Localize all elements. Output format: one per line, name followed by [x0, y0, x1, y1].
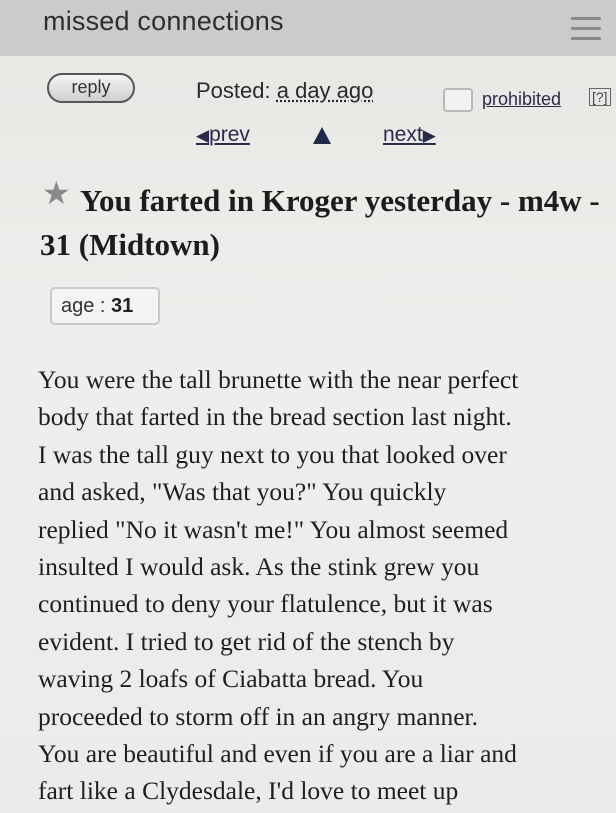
header-bar: missed connections: [0, 0, 616, 56]
prohibited-checkbox[interactable]: [443, 88, 473, 112]
body-line: and asked, "Was that you?" You quickly: [38, 477, 447, 507]
prev-link[interactable]: ◀prev: [196, 123, 250, 147]
right-arrow-icon: ▶: [422, 126, 436, 145]
posting-body: You were the tall brunette with the near…: [38, 361, 610, 810]
menu-line: [571, 27, 601, 30]
body-line: waving 2 loafs of Ciabatta bread. You: [38, 664, 424, 694]
age-attribute: age : 31: [50, 287, 160, 325]
help-link[interactable]: [?]: [589, 88, 611, 106]
reply-button[interactable]: reply: [47, 73, 135, 103]
up-arrow-icon[interactable]: [313, 127, 331, 144]
body-line: I was the tall guy next to you that look…: [38, 439, 507, 469]
posting-title: You farted in Kroger yesterday - m4w - 3…: [40, 183, 600, 262]
section-title[interactable]: missed connections: [43, 6, 284, 37]
body-line: You were the tall brunette with the near…: [38, 365, 519, 394]
posted-when: a day ago: [276, 78, 374, 103]
next-link[interactable]: next▶: [383, 123, 436, 147]
body-line: continued to deny your flatulence, but i…: [38, 589, 493, 619]
posted-label: Posted:: [196, 78, 271, 103]
age-value: 31: [111, 295, 134, 317]
prev-label: prev: [209, 123, 250, 146]
body-line: body that farted in the bread section la…: [38, 402, 512, 432]
left-arrow-icon: ◀: [196, 126, 210, 145]
menu-line: [571, 37, 601, 40]
body-line: replied "No it wasn't me!" You almost se…: [38, 514, 509, 544]
body-line: proceeded to storm off in an angry manne…: [38, 701, 478, 731]
hamburger-menu-icon[interactable]: [568, 14, 606, 44]
next-label: next: [383, 123, 423, 146]
body-line: You are beautiful and even if you are a …: [38, 739, 517, 769]
age-label: age :: [61, 295, 106, 317]
body-line: fart like a Clydesdale, I'd love to meet…: [38, 776, 459, 806]
menu-line: [571, 17, 601, 20]
page: missed connections reply Posted: a day a…: [0, 0, 616, 813]
body-line: insulted I would ask. As the stink grew …: [38, 552, 480, 582]
posted-date: Posted: a day ago: [196, 78, 373, 104]
prohibited-link[interactable]: prohibited: [482, 89, 561, 110]
body-line: evident. I tried to get rid of the stenc…: [38, 626, 455, 656]
